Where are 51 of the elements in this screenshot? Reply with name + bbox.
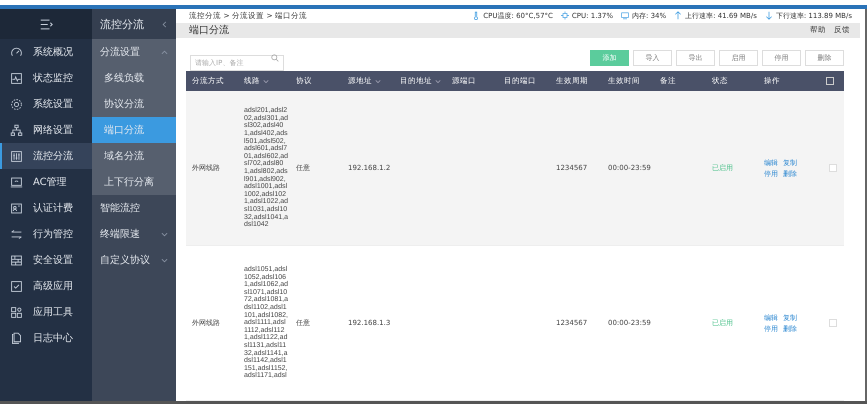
subnav-group[interactable]: 分流设置: [92, 39, 176, 65]
row-checkbox[interactable]: [829, 319, 837, 327]
chevron-icon: [161, 256, 168, 264]
sliders-icon: [10, 150, 23, 162]
nav-item[interactable]: 高级应用: [0, 273, 92, 299]
nav-item[interactable]: 系统设置: [0, 91, 92, 117]
card-icon: [10, 202, 23, 214]
arrows-icon: [10, 228, 23, 240]
subnav-item[interactable]: 域名分流: [92, 143, 176, 169]
monitor-icon: [620, 11, 629, 20]
doc-icon: [10, 332, 23, 344]
tools-icon: [10, 306, 23, 318]
chip-icon: [560, 11, 569, 20]
arrow-up-icon: [674, 11, 682, 20]
wall-icon: [10, 254, 23, 266]
collapse-icon[interactable]: [161, 20, 168, 28]
subnav-item[interactable]: 多线负载: [92, 65, 176, 91]
nav-item[interactable]: 行为管控: [0, 221, 92, 247]
gear-icon: [10, 98, 23, 110]
nav-item[interactable]: AC管理: [0, 169, 92, 195]
arrow-down-icon: [764, 11, 773, 20]
chevron-icon: [161, 230, 168, 238]
subnav-group[interactable]: 终端限速: [92, 221, 176, 247]
sort-icon[interactable]: [263, 78, 269, 84]
subnav-item[interactable]: 协议分流: [92, 91, 176, 117]
subnav-item[interactable]: 智能流控: [92, 195, 176, 221]
nav-item[interactable]: 安全设置: [0, 247, 92, 273]
nav-item[interactable]: 系统概况: [0, 39, 92, 65]
subnav-group[interactable]: 自定义协议: [92, 247, 176, 273]
sort-icon[interactable]: [375, 78, 381, 84]
row-checkbox[interactable]: [829, 164, 837, 172]
sort-icon[interactable]: [435, 78, 441, 84]
nav-item[interactable]: 应用工具: [0, 299, 92, 325]
check-icon: [10, 280, 23, 292]
thermometer-icon: [472, 11, 480, 20]
screen-icon: [10, 176, 23, 188]
subnav-title: 流控分流: [100, 16, 144, 32]
nav-item[interactable]: 状态监控: [0, 65, 92, 91]
network-icon: [10, 124, 23, 136]
subnav-item[interactable]: 上下行分离: [92, 169, 176, 195]
nav-item[interactable]: 网络设置: [0, 117, 92, 143]
chevron-icon: [161, 48, 168, 56]
select-all-checkbox[interactable]: [826, 77, 834, 85]
nav-item[interactable]: 流控分流: [0, 143, 92, 169]
search-icon[interactable]: [271, 54, 279, 62]
menu-icon[interactable]: [39, 18, 53, 30]
page-title: 端口分流: [189, 24, 229, 38]
gauge-icon: [10, 46, 23, 58]
nav-item[interactable]: 认证计费: [0, 195, 92, 221]
nav-item[interactable]: 日志中心: [0, 325, 92, 351]
monitor-icon: [10, 72, 23, 84]
